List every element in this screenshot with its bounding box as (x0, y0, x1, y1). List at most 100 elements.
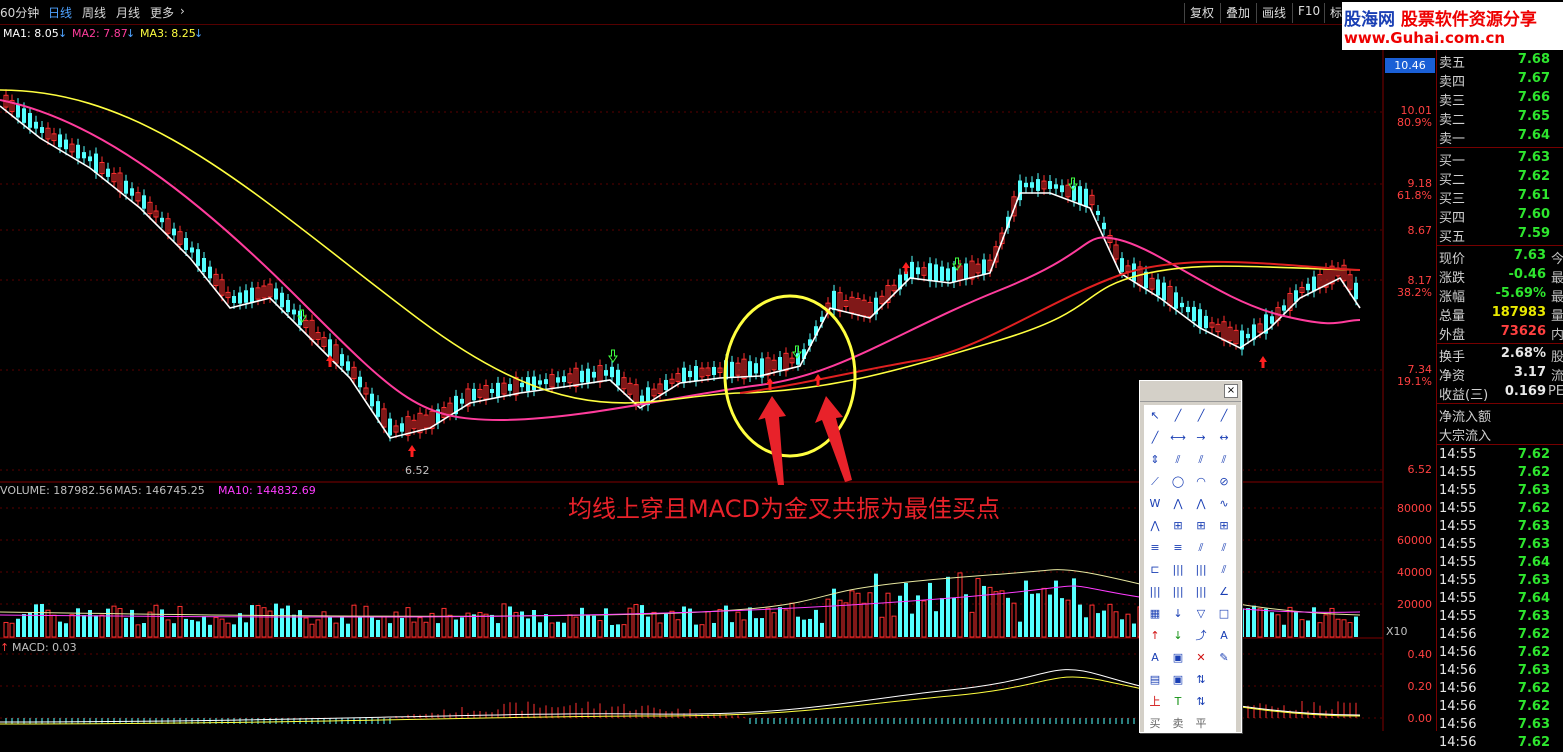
volume-bar (34, 604, 38, 637)
volume-bar (1335, 618, 1341, 638)
buy-icon[interactable]: 上 (1146, 693, 1164, 711)
hline-icon[interactable]: ⟷ (1169, 429, 1187, 447)
bars2-icon[interactable]: ||| (1192, 561, 1210, 579)
hold-icon[interactable]: ⇅ (1192, 693, 1210, 711)
line-icon[interactable]: ╱ (1169, 407, 1187, 425)
down-arrow-icon[interactable]: ↓ (1169, 605, 1187, 623)
paint-icon[interactable]: ✎ (1215, 649, 1233, 667)
trend-channel-icon[interactable]: ⫽ (1215, 451, 1233, 469)
cursor-icon[interactable]: ↖ (1146, 407, 1164, 425)
volume-bar (1312, 607, 1316, 637)
blank2-icon[interactable] (1215, 693, 1233, 711)
toolbox-close-button[interactable]: × (1224, 384, 1238, 398)
tab-more[interactable]: 更多 (150, 4, 174, 21)
circle-icon[interactable]: ◯ (1169, 473, 1187, 491)
bracket-icon[interactable]: ⊏ (1146, 561, 1164, 579)
tab-60min[interactable]: 60分钟 (0, 4, 39, 21)
candle-body (664, 379, 668, 391)
draw-line-button[interactable]: 画线 (1256, 3, 1291, 23)
column2-icon[interactable]: ||| (1169, 583, 1187, 601)
stat-value: 7.63 (1513, 248, 1546, 263)
ellipse-icon[interactable]: ⊘ (1215, 473, 1233, 491)
bars-icon[interactable]: ||| (1169, 561, 1187, 579)
restore-rights-button[interactable]: 复权 (1184, 3, 1219, 23)
channel-icon[interactable]: ⫽ (1192, 451, 1210, 469)
candle-body (754, 363, 758, 374)
peak-icon[interactable]: ⋀ (1146, 517, 1164, 535)
rect-icon[interactable]: □ (1215, 605, 1233, 623)
volume-bar (423, 621, 429, 638)
segment-icon[interactable]: ╱ (1146, 429, 1164, 447)
tab-weekly[interactable]: 周线 (82, 4, 106, 21)
sell-icon[interactable]: T (1169, 693, 1187, 711)
arc-icon[interactable]: ◠ (1192, 473, 1210, 491)
triangle-icon[interactable]: ▽ (1192, 605, 1210, 623)
column-icon[interactable]: ||| (1146, 583, 1164, 601)
tick-row: 14:55 7.63 (1439, 609, 1563, 626)
overlay-button[interactable]: 叠加 (1220, 3, 1255, 23)
volume-bar (586, 614, 590, 637)
volume-bar (694, 624, 698, 637)
grid-icon[interactable]: ⊞ (1215, 517, 1233, 535)
tick-time: 14:56 (1439, 717, 1477, 732)
ask-price: 7.65 (1517, 109, 1550, 124)
blank-icon[interactable] (1215, 671, 1233, 689)
banner-url: www.Guhai.com.cn (1344, 29, 1506, 47)
sell-label[interactable]: 卖 (1169, 715, 1187, 733)
signal-icon[interactable]: ⇅ (1192, 671, 1210, 689)
bars3-icon[interactable]: ⫽ (1215, 561, 1233, 579)
tab-monthly[interactable]: 月线 (116, 4, 140, 21)
fib-icon[interactable]: ≡ (1146, 539, 1164, 557)
volume-bar (333, 622, 339, 638)
text-icon[interactable]: A (1215, 627, 1233, 645)
cross-arrow-icon[interactable]: ⤴ (1192, 627, 1210, 645)
level-line-icon[interactable]: ↔ (1215, 429, 1233, 447)
arrow-line-icon[interactable]: → (1192, 429, 1210, 447)
block-icon[interactable]: ▣ (1169, 649, 1187, 667)
curve-icon[interactable]: ∿ (1215, 495, 1233, 513)
volume-bar (28, 612, 32, 637)
image-icon[interactable]: ▣ (1169, 671, 1187, 689)
volume-bar (190, 619, 194, 637)
toolbox-header[interactable]: × (1140, 381, 1241, 402)
fib-ext-icon[interactable]: ≡ (1169, 539, 1187, 557)
buy-label[interactable]: 买 (1146, 715, 1164, 733)
text-tag-icon[interactable]: A (1146, 649, 1164, 667)
axis-price-3: 8.67 (1407, 224, 1433, 237)
bid-row: 买一 7.63 (1439, 150, 1563, 169)
speed-icon[interactable]: ⫽ (1192, 539, 1210, 557)
buy-point-annotation: 均线上穿且MACD为金叉共振为最佳买点 (568, 495, 1000, 523)
candle-body (244, 290, 248, 303)
bid-label: 买四 (1439, 211, 1466, 226)
tick-time: 14:55 (1439, 537, 1477, 552)
extend-line-icon[interactable]: ╱ (1215, 407, 1233, 425)
tick-time: 14:56 (1439, 681, 1477, 696)
cycle-icon[interactable]: ⫽ (1215, 539, 1233, 557)
wave-icon[interactable]: W (1146, 495, 1164, 513)
tab-daily[interactable]: 日线 (48, 4, 72, 21)
down-green-icon[interactable]: ↓ (1169, 627, 1187, 645)
parallel-icon[interactable]: ⫽ (1169, 451, 1187, 469)
drawing-toolbox[interactable]: × ↖ ╱ ╱ ╱ ╱ ⟷ → ↔ ⇕ ⫽ ⫽ ⫽ ⟋ ◯ ◠ ⊘ W ⋀ ⋀ ∿ ⋀ ⊞ ⊞ ⊞ ≡ ≡ ⫽ ⫽ ⊏ ||| ||| ⫽ ||… (1139, 380, 1242, 733)
vline-icon[interactable]: ⇕ (1146, 451, 1164, 469)
column3-icon[interactable]: ||| (1192, 583, 1210, 601)
angle-icon[interactable]: ∠ (1215, 583, 1233, 601)
delete-icon[interactable]: ✕ (1192, 649, 1210, 667)
volume-bar (388, 623, 392, 637)
wedge-icon[interactable]: ⟋ (1146, 473, 1164, 491)
zigzag-icon[interactable]: ⋀ (1192, 495, 1210, 513)
f10-button[interactable]: F10 (1292, 3, 1325, 23)
grid2-icon[interactable]: ▦ (1146, 605, 1164, 623)
fan-icon[interactable]: ⊞ (1192, 517, 1210, 535)
gann-icon[interactable]: ⊞ (1169, 517, 1187, 535)
ray-icon[interactable]: ╱ (1192, 407, 1210, 425)
mountain-icon[interactable]: ⋀ (1169, 495, 1187, 513)
candle-body (934, 264, 938, 282)
flat-label[interactable]: 平 (1192, 715, 1210, 733)
volume-bar (712, 622, 716, 637)
up-red-icon[interactable]: ↑ (1146, 627, 1164, 645)
more-arrow-icon[interactable]: › (180, 4, 185, 18)
candle-body (616, 369, 620, 386)
note-icon[interactable]: ▤ (1146, 671, 1164, 689)
volume-bar (532, 610, 536, 637)
